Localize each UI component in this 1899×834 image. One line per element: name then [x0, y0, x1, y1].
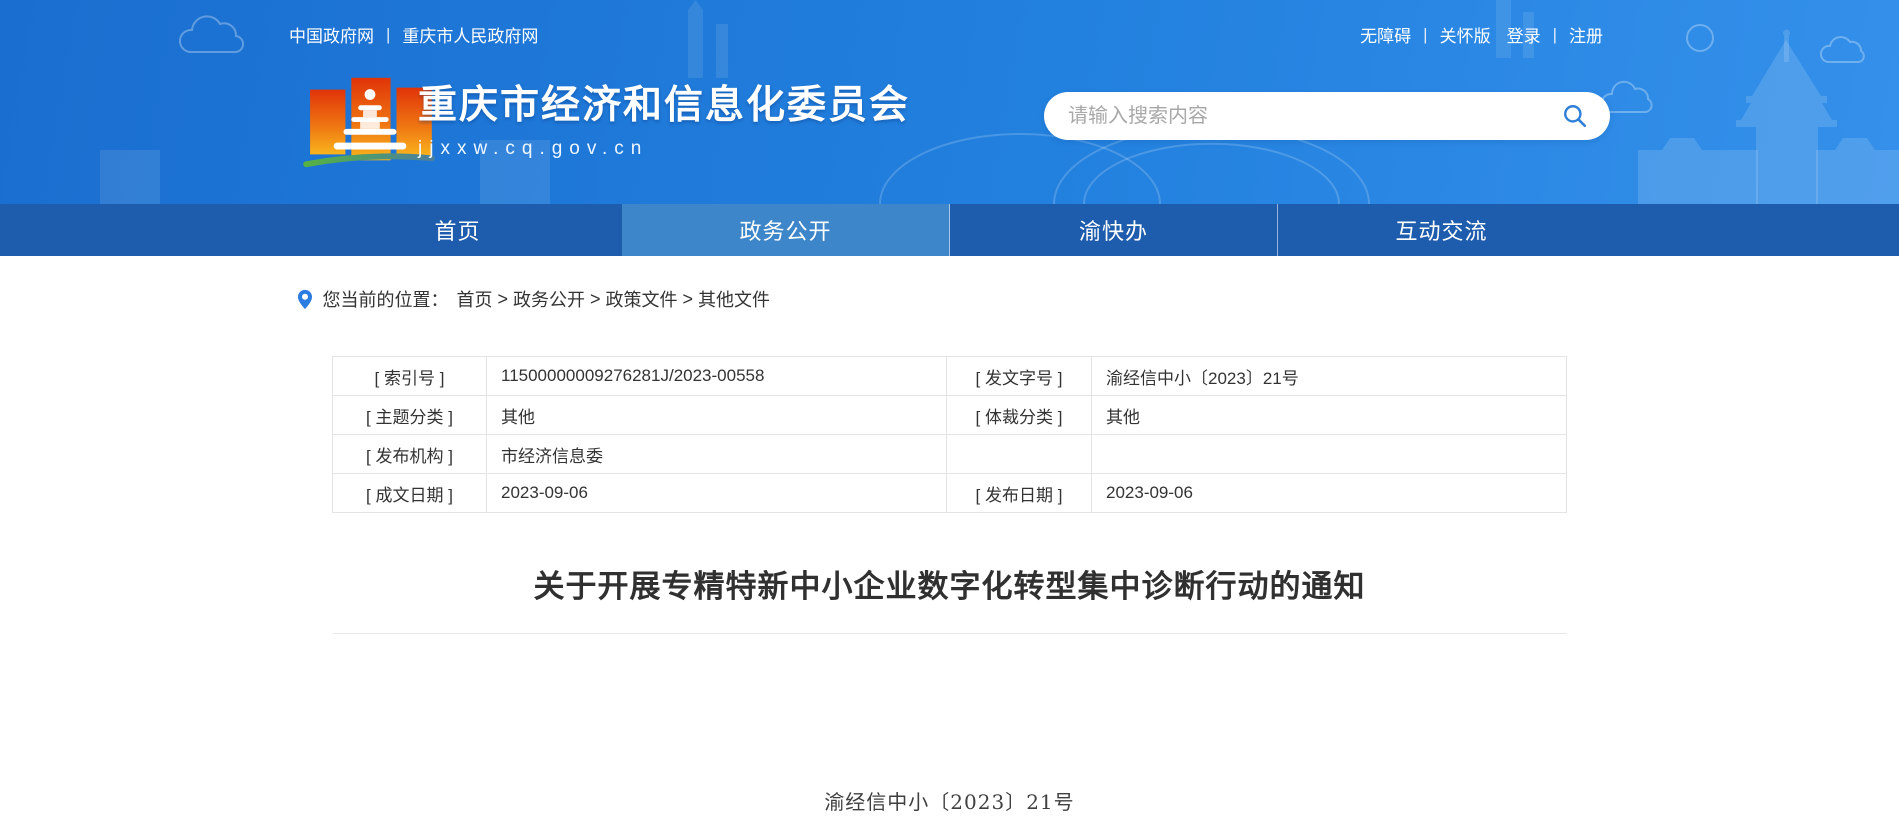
topbar-left-links: 中国政府网 | 重庆市人民政府网 — [289, 22, 538, 47]
topbar-divider: | — [386, 25, 390, 45]
meta-label-doc-number: [ 发文字号 ] — [947, 357, 1092, 396]
meta-label-publish-date: [ 发布日期 ] — [947, 474, 1092, 513]
table-row: [ 成文日期 ] 2023-09-06 [ 发布日期 ] 2023-09-06 — [333, 474, 1567, 513]
meta-value-issuing-agency: 市经济信息委 — [487, 435, 947, 474]
breadcrumb-separator: > — [683, 289, 694, 310]
link-login[interactable]: 登录 — [1507, 22, 1541, 47]
breadcrumb-separator: > — [590, 289, 601, 310]
search-input[interactable] — [1068, 105, 1560, 128]
meta-value-empty — [1092, 435, 1567, 474]
nav-tab-yukuaiban[interactable]: 渝快办 — [950, 204, 1278, 256]
site-url: jjxxw.cq.gov.cn — [418, 138, 910, 160]
meta-label-topic-class: [ 主题分类 ] — [333, 396, 487, 435]
breadcrumb-home[interactable]: 首页 — [457, 286, 493, 312]
table-row: [ 索引号 ] 11500000009276281J/2023-00558 [ … — [333, 357, 1567, 396]
page-title: 关于开展专精特新中小企业数字化转型集中诊断行动的通知 — [200, 561, 1700, 606]
document-number: 渝经信中小〔2023〕21号 — [0, 786, 1899, 815]
meta-value-publish-date: 2023-09-06 — [1092, 474, 1567, 513]
breadcrumb-separator: > — [498, 289, 509, 310]
site-header: 中国政府网 | 重庆市人民政府网 无障碍 | 关怀版 登录 | 注册 — [0, 0, 1899, 204]
brand-block: 重庆市经济和信息化委员会 jjxxw.cq.gov.cn — [418, 84, 910, 160]
meta-label-empty — [947, 435, 1092, 474]
meta-label-issuing-agency: [ 发布机构 ] — [333, 435, 487, 474]
location-pin-icon — [297, 289, 313, 310]
main-nav: 首页 政务公开 渝快办 互动交流 — [0, 204, 1899, 256]
meta-value-topic-class: 其他 — [487, 396, 947, 435]
breadcrumb-other-files[interactable]: 其他文件 — [698, 286, 770, 312]
header-skyline-illustration — [0, 0, 1899, 204]
nav-tab-home[interactable]: 首页 — [294, 204, 622, 256]
meta-label-index: [ 索引号 ] — [333, 357, 487, 396]
meta-value-written-date: 2023-09-06 — [487, 474, 947, 513]
meta-label-written-date: [ 成文日期 ] — [333, 474, 487, 513]
nav-tab-gov-affairs[interactable]: 政务公开 — [622, 204, 950, 256]
document-meta-table: [ 索引号 ] 11500000009276281J/2023-00558 [ … — [332, 356, 1567, 513]
topbar-right-links: 无障碍 | 关怀版 登录 | 注册 — [1360, 22, 1603, 47]
link-china-gov[interactable]: 中国政府网 — [289, 22, 374, 47]
meta-value-doc-number: 渝经信中小〔2023〕21号 — [1092, 357, 1567, 396]
topbar-divider: | — [1423, 25, 1427, 45]
nav-tab-interaction[interactable]: 互动交流 — [1278, 204, 1606, 256]
breadcrumb-prefix: 您当前的位置： — [323, 286, 449, 312]
breadcrumb-policy-files[interactable]: 政策文件 — [606, 286, 678, 312]
topbar-divider: | — [1553, 25, 1557, 45]
link-accessibility[interactable]: 无障碍 — [1360, 22, 1411, 47]
breadcrumb-gov-affairs[interactable]: 政务公开 — [513, 286, 585, 312]
breadcrumb: 您当前的位置： 首页 > 政务公开 > 政策文件 > 其他文件 — [297, 286, 1603, 312]
search-icon[interactable] — [1560, 101, 1590, 131]
link-register[interactable]: 注册 — [1569, 22, 1603, 47]
meta-value-index: 11500000009276281J/2023-00558 — [487, 357, 947, 396]
link-care-version[interactable]: 关怀版 — [1440, 22, 1491, 47]
table-row: [ 主题分类 ] 其他 [ 体裁分类 ] 其他 — [333, 396, 1567, 435]
title-divider — [333, 633, 1567, 634]
search-box — [1044, 92, 1610, 140]
link-chongqing-gov[interactable]: 重庆市人民政府网 — [402, 22, 538, 47]
meta-label-genre-class: [ 体裁分类 ] — [947, 396, 1092, 435]
table-row: [ 发布机构 ] 市经济信息委 — [333, 435, 1567, 474]
site-title: 重庆市经济和信息化委员会 — [418, 84, 910, 129]
meta-value-genre-class: 其他 — [1092, 396, 1567, 435]
